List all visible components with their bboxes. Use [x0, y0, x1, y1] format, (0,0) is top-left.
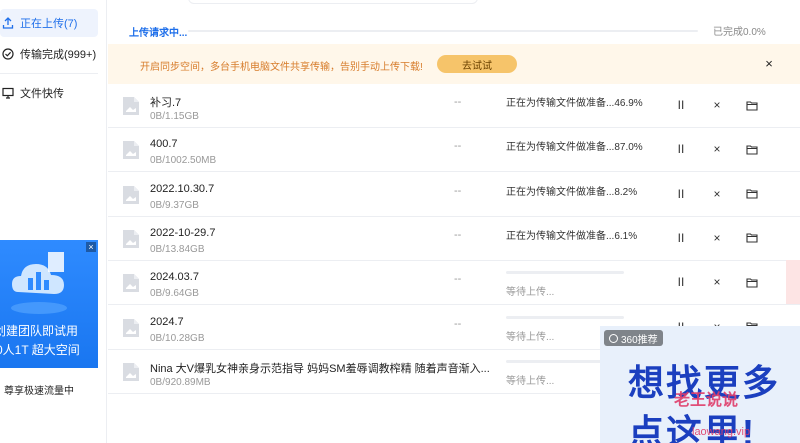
- ad-popup[interactable]: 360推荐 想找更多 点这里! 老王说说 laowang.vip: [600, 326, 800, 443]
- file-size: 0B/1002.50MB: [150, 155, 217, 167]
- open-folder-button[interactable]: [745, 98, 759, 112]
- overall-progress-bar: [188, 30, 698, 32]
- table-row: 2024.03.7 0B/9.64GB -- 等待上传... II ×: [108, 261, 800, 306]
- file-size: 0B/10.28GB: [150, 332, 205, 344]
- file-icon: [123, 318, 139, 337]
- transfer-speed: --: [454, 96, 462, 108]
- folder-icon: [746, 100, 758, 111]
- file-name: 2024.03.7: [150, 271, 199, 284]
- cancel-button[interactable]: ×: [710, 98, 724, 112]
- monitor-icon: [2, 87, 14, 99]
- ad-badge-label: 360推荐: [621, 334, 658, 346]
- file-icon: [123, 185, 139, 204]
- transfer-speed: --: [454, 228, 462, 241]
- cancel-button[interactable]: ×: [710, 231, 724, 245]
- file-icon: [123, 229, 139, 248]
- pause-button[interactable]: II: [674, 187, 688, 201]
- file-name: 400.7: [150, 138, 178, 151]
- open-folder-button[interactable]: [745, 142, 759, 156]
- table-row: 2022-10-29.7 0B/13.84GB -- 正在为传输文件做准备...…: [108, 217, 800, 261]
- edge-strip: [786, 260, 800, 304]
- file-icon: [123, 362, 139, 381]
- transfer-speed: --: [454, 184, 462, 197]
- upload-icon: [2, 17, 14, 29]
- promo-line2: 0人1T 超大空间: [0, 343, 80, 357]
- file-size: 0B/9.64GB: [150, 288, 199, 300]
- sidebar-item-quick-transfer[interactable]: 文件快传: [0, 79, 98, 107]
- pause-button[interactable]: II: [674, 98, 688, 112]
- open-folder-button[interactable]: [745, 231, 759, 245]
- row-progress-bar: [506, 315, 624, 319]
- transfer-speed: --: [454, 361, 462, 374]
- sync-notice-bar: 开启同步空间，多台手机电脑文件共享传输，告别手动上传下载! 去试试 ×: [108, 44, 800, 84]
- check-circle-icon: [2, 48, 14, 60]
- file-icon: [123, 97, 139, 115]
- table-row: 400.7 0B/1002.50MB -- 正在为传输文件做准备...87.0%…: [108, 128, 800, 173]
- file-size: 0B/1.15GB: [150, 111, 199, 122]
- cancel-button[interactable]: ×: [710, 187, 724, 201]
- table-row: 2022.10.30.7 0B/9.37GB -- 正在为传输文件做准备...8…: [108, 173, 800, 217]
- row-progress-bar: [506, 271, 624, 275]
- transfer-status: 等待上传...: [506, 375, 555, 387]
- sidebar-item-label: 文件快传: [20, 88, 64, 100]
- transfer-status: 正在为传输文件做准备...87.0%: [506, 142, 643, 154]
- folder-icon: [746, 145, 758, 155]
- folder-icon: [746, 278, 758, 288]
- file-name: 2024.7: [150, 315, 184, 328]
- open-folder-button[interactable]: [745, 275, 759, 289]
- sidebar-item-uploading[interactable]: 正在上传(7): [0, 9, 98, 37]
- overall-progress-text: 已完成0.0%: [713, 27, 766, 38]
- file-name: 2022.10.30.7: [150, 182, 215, 195]
- transfer-speed: --: [454, 273, 462, 286]
- folder-icon: [746, 233, 758, 243]
- sidebar-item-completed[interactable]: 传输完成(999+): [0, 40, 98, 68]
- team-promo-banner[interactable]: × 创建团队即试用 0人1T 超大空间: [0, 240, 98, 368]
- notice-text: 开启同步空间，多台手机电脑文件共享传输，告别手动上传下载!: [140, 62, 423, 73]
- divider: [0, 73, 98, 74]
- try-it-button[interactable]: 去试试: [437, 55, 517, 73]
- file-name: 2022-10-29.7: [150, 226, 216, 239]
- cancel-button[interactable]: ×: [710, 142, 724, 156]
- file-size: 0B/920.89MB: [150, 376, 211, 388]
- transfer-speed: --: [454, 140, 462, 153]
- transfer-status: 正在为传输文件做准备...6.1%: [506, 230, 638, 242]
- file-icon: [123, 274, 139, 293]
- table-row: 补习.7 0B/1.15GB -- 正在为传输文件做准备...46.9% II …: [108, 84, 800, 128]
- transfer-speed: --: [454, 317, 462, 330]
- file-icon: [123, 141, 139, 160]
- folder-icon: [746, 189, 758, 199]
- transfer-status: 正在为传输文件做准备...46.9%: [506, 98, 643, 109]
- sidebar: 正在上传(7) 传输完成(999+) 文件快传 × 创建团队即试用 0人1T 超…: [0, 0, 107, 443]
- open-folder-button[interactable]: [745, 187, 759, 201]
- top-card: [188, 0, 478, 4]
- close-icon[interactable]: ×: [86, 242, 96, 252]
- transfer-status: 正在为传输文件做准备...8.2%: [506, 186, 638, 198]
- transfer-status: 等待上传...: [506, 331, 555, 343]
- cloud-chart-icon: [11, 252, 67, 314]
- cancel-button[interactable]: ×: [710, 275, 724, 289]
- sidebar-item-label: 传输完成(999+): [20, 49, 97, 61]
- transfer-status: 等待上传...: [506, 287, 555, 299]
- upload-status-title: 上传请求中...: [129, 28, 188, 39]
- 360-logo-icon: [609, 333, 618, 343]
- file-size: 0B/13.84GB: [150, 243, 205, 255]
- file-name: 补习.7: [150, 97, 182, 109]
- file-name: Nina 大V爆乳女神亲身示范指导 妈妈SM羞辱调教榨精 随着声音渐入...: [150, 362, 490, 375]
- close-icon[interactable]: ×: [762, 57, 776, 71]
- pause-button[interactable]: II: [674, 275, 688, 289]
- speed-status-text: 尊享极速流量中: [4, 386, 74, 397]
- ad-badge: 360推荐: [604, 330, 663, 346]
- sidebar-item-label: 正在上传(7): [20, 18, 78, 30]
- file-size: 0B/9.37GB: [150, 199, 199, 211]
- watermark-url: laowang.vip: [692, 426, 751, 438]
- pause-button[interactable]: II: [674, 142, 688, 156]
- app-window: 正在上传(7) 传输完成(999+) 文件快传 × 创建团队即试用 0人1T 超…: [0, 0, 800, 443]
- watermark-text: 老王说说: [674, 392, 739, 409]
- promo-line1: 创建团队即试用: [0, 324, 79, 338]
- pause-button[interactable]: II: [674, 231, 688, 245]
